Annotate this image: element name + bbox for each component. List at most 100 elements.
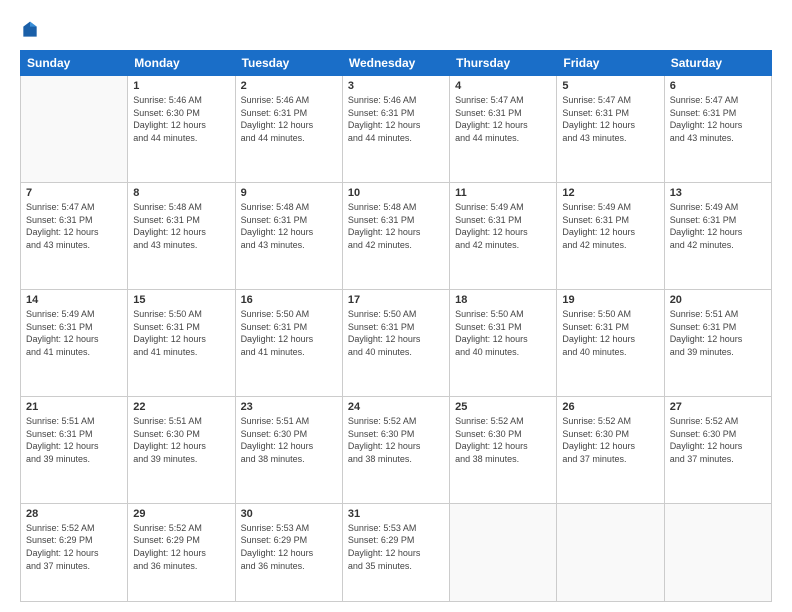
calendar-cell: 10Sunrise: 5:48 AM Sunset: 6:31 PM Dayli…	[342, 182, 449, 289]
cell-content: Sunrise: 5:51 AM Sunset: 6:31 PM Dayligh…	[26, 415, 122, 465]
header	[20, 20, 772, 40]
calendar-table: SundayMondayTuesdayWednesdayThursdayFrid…	[20, 50, 772, 602]
day-number: 21	[26, 401, 122, 413]
day-number: 14	[26, 294, 122, 306]
calendar-cell: 27 Sunrise: 5:52 AM Sunset: 6:30 PM Dayli…	[664, 396, 771, 503]
calendar-cell: 13 Sunrise: 5:49 AM Sunset: 6:31 PM Dayli…	[664, 182, 771, 289]
cell-content: Sunrise: 5:48 AM Sunset: 6:31 PM Dayligh…	[241, 201, 337, 251]
day-number: 27	[670, 401, 766, 413]
day-header-friday: Friday	[557, 51, 664, 76]
calendar-cell: 18 Sunrise: 5:50 AM Sunset: 6:31 PM Dayli…	[450, 289, 557, 396]
cell-content: Sunrise: 5:53 AM Sunset: 6:29 PM Dayligh…	[241, 522, 337, 572]
cell-content: Sunrise: 5:51 AM Sunset: 6:30 PM Dayligh…	[133, 415, 229, 465]
day-number: 19	[562, 294, 658, 306]
day-number: 22	[133, 401, 229, 413]
day-number: 11	[455, 187, 551, 199]
day-number: 5	[562, 80, 658, 92]
calendar-cell	[557, 503, 664, 601]
week-row-5: 28 Sunrise: 5:52 AM Sunset: 6:29 PM Dayli…	[21, 503, 772, 601]
cell-content: Sunrise: 5:51 AM Sunset: 6:31 PM Dayligh…	[670, 308, 766, 358]
calendar-cell: 14 Sunrise: 5:49 AM Sunset: 6:31 PM Dayli…	[21, 289, 128, 396]
calendar-cell: 16 Sunrise: 5:50 AM Sunset: 6:31 PM Dayli…	[235, 289, 342, 396]
calendar-cell: 7Sunrise: 5:47 AM Sunset: 6:31 PM Daylig…	[21, 182, 128, 289]
day-number: 20	[670, 294, 766, 306]
cell-content: Sunrise: 5:52 AM Sunset: 6:29 PM Dayligh…	[26, 522, 122, 572]
week-row-3: 14 Sunrise: 5:49 AM Sunset: 6:31 PM Dayli…	[21, 289, 772, 396]
day-number: 28	[26, 508, 122, 520]
cell-content: Sunrise: 5:47 AM Sunset: 6:31 PM Dayligh…	[670, 94, 766, 144]
day-header-monday: Monday	[128, 51, 235, 76]
day-number: 17	[348, 294, 444, 306]
day-number: 26	[562, 401, 658, 413]
day-number: 3	[348, 80, 444, 92]
calendar-cell: 21 Sunrise: 5:51 AM Sunset: 6:31 PM Dayli…	[21, 396, 128, 503]
calendar-cell	[450, 503, 557, 601]
calendar-cell: 28 Sunrise: 5:52 AM Sunset: 6:29 PM Dayli…	[21, 503, 128, 601]
cell-content: Sunrise: 5:46 AM Sunset: 6:31 PM Dayligh…	[241, 94, 337, 144]
cell-content: Sunrise: 5:52 AM Sunset: 6:30 PM Dayligh…	[670, 415, 766, 465]
day-header-thursday: Thursday	[450, 51, 557, 76]
day-number: 15	[133, 294, 229, 306]
calendar-cell: 23 Sunrise: 5:51 AM Sunset: 6:30 PM Dayli…	[235, 396, 342, 503]
calendar-cell: 6 Sunrise: 5:47 AM Sunset: 6:31 PM Daylig…	[664, 76, 771, 183]
cell-content: Sunrise: 5:49 AM Sunset: 6:31 PM Dayligh…	[562, 201, 658, 251]
day-number: 18	[455, 294, 551, 306]
cell-content: Sunrise: 5:53 AM Sunset: 6:29 PM Dayligh…	[348, 522, 444, 572]
day-number: 24	[348, 401, 444, 413]
page: SundayMondayTuesdayWednesdayThursdayFrid…	[0, 0, 792, 612]
day-header-saturday: Saturday	[664, 51, 771, 76]
day-number: 6	[670, 80, 766, 92]
week-row-4: 21 Sunrise: 5:51 AM Sunset: 6:31 PM Dayli…	[21, 396, 772, 503]
calendar-cell: 20 Sunrise: 5:51 AM Sunset: 6:31 PM Dayli…	[664, 289, 771, 396]
cell-content: Sunrise: 5:48 AM Sunset: 6:31 PM Dayligh…	[133, 201, 229, 251]
cell-content: Sunrise: 5:52 AM Sunset: 6:29 PM Dayligh…	[133, 522, 229, 572]
day-number: 23	[241, 401, 337, 413]
day-header-wednesday: Wednesday	[342, 51, 449, 76]
calendar-cell	[664, 503, 771, 601]
cell-content: Sunrise: 5:49 AM Sunset: 6:31 PM Dayligh…	[26, 308, 122, 358]
calendar-cell: 11 Sunrise: 5:49 AM Sunset: 6:31 PM Dayli…	[450, 182, 557, 289]
cell-content: Sunrise: 5:52 AM Sunset: 6:30 PM Dayligh…	[562, 415, 658, 465]
day-number: 2	[241, 80, 337, 92]
cell-content: Sunrise: 5:47 AM Sunset: 6:31 PM Dayligh…	[562, 94, 658, 144]
calendar-cell	[21, 76, 128, 183]
day-number: 13	[670, 187, 766, 199]
day-header-sunday: Sunday	[21, 51, 128, 76]
calendar-cell: 30 Sunrise: 5:53 AM Sunset: 6:29 PM Dayli…	[235, 503, 342, 601]
week-row-2: 7Sunrise: 5:47 AM Sunset: 6:31 PM Daylig…	[21, 182, 772, 289]
cell-content: Sunrise: 5:51 AM Sunset: 6:30 PM Dayligh…	[241, 415, 337, 465]
calendar-cell: 26 Sunrise: 5:52 AM Sunset: 6:30 PM Dayli…	[557, 396, 664, 503]
day-number: 4	[455, 80, 551, 92]
week-row-1: 1Sunrise: 5:46 AM Sunset: 6:30 PM Daylig…	[21, 76, 772, 183]
cell-content: Sunrise: 5:47 AM Sunset: 6:31 PM Dayligh…	[455, 94, 551, 144]
cell-content: Sunrise: 5:46 AM Sunset: 6:31 PM Dayligh…	[348, 94, 444, 144]
calendar-cell: 19 Sunrise: 5:50 AM Sunset: 6:31 PM Dayli…	[557, 289, 664, 396]
day-number: 31	[348, 508, 444, 520]
cell-content: Sunrise: 5:50 AM Sunset: 6:31 PM Dayligh…	[348, 308, 444, 358]
day-number: 16	[241, 294, 337, 306]
day-number: 12	[562, 187, 658, 199]
calendar-cell: 2 Sunrise: 5:46 AM Sunset: 6:31 PM Daylig…	[235, 76, 342, 183]
cell-content: Sunrise: 5:50 AM Sunset: 6:31 PM Dayligh…	[562, 308, 658, 358]
cell-content: Sunrise: 5:49 AM Sunset: 6:31 PM Dayligh…	[455, 201, 551, 251]
days-header-row: SundayMondayTuesdayWednesdayThursdayFrid…	[21, 51, 772, 76]
cell-content: Sunrise: 5:50 AM Sunset: 6:31 PM Dayligh…	[241, 308, 337, 358]
day-number: 30	[241, 508, 337, 520]
day-number: 25	[455, 401, 551, 413]
calendar-cell: 17 Sunrise: 5:50 AM Sunset: 6:31 PM Dayli…	[342, 289, 449, 396]
cell-content: Sunrise: 5:47 AM Sunset: 6:31 PM Dayligh…	[26, 201, 122, 251]
cell-content: Sunrise: 5:49 AM Sunset: 6:31 PM Dayligh…	[670, 201, 766, 251]
logo	[20, 20, 44, 40]
cell-content: Sunrise: 5:48 AM Sunset: 6:31 PM Dayligh…	[348, 201, 444, 251]
day-header-tuesday: Tuesday	[235, 51, 342, 76]
day-number: 9	[241, 187, 337, 199]
calendar-cell: 3 Sunrise: 5:46 AM Sunset: 6:31 PM Daylig…	[342, 76, 449, 183]
cell-content: Sunrise: 5:50 AM Sunset: 6:31 PM Dayligh…	[133, 308, 229, 358]
calendar-cell: 29Sunrise: 5:52 AM Sunset: 6:29 PM Dayli…	[128, 503, 235, 601]
cell-content: Sunrise: 5:50 AM Sunset: 6:31 PM Dayligh…	[455, 308, 551, 358]
calendar-cell: 31 Sunrise: 5:53 AM Sunset: 6:29 PM Dayli…	[342, 503, 449, 601]
logo-icon	[20, 20, 40, 40]
calendar-cell: 12 Sunrise: 5:49 AM Sunset: 6:31 PM Dayli…	[557, 182, 664, 289]
calendar-cell: 1Sunrise: 5:46 AM Sunset: 6:30 PM Daylig…	[128, 76, 235, 183]
calendar-cell: 4 Sunrise: 5:47 AM Sunset: 6:31 PM Daylig…	[450, 76, 557, 183]
